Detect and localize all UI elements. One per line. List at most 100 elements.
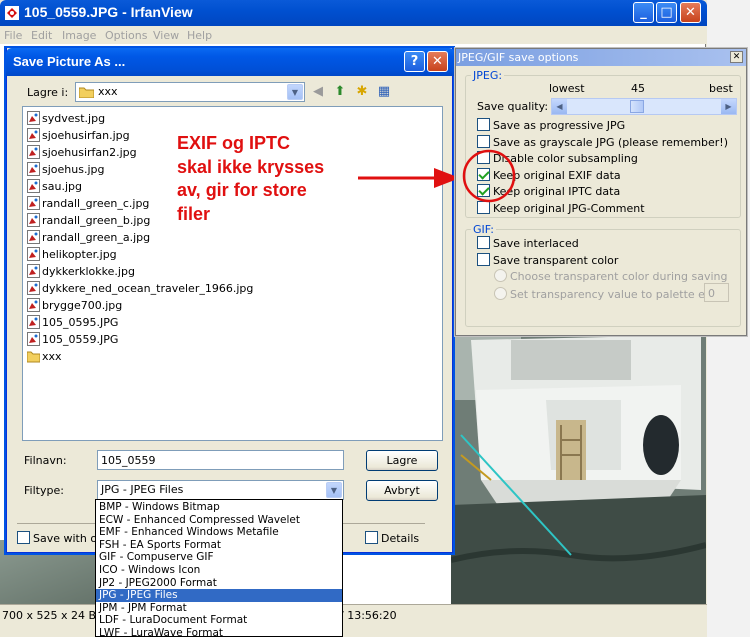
menu-options[interactable]: Options: [105, 29, 147, 42]
jpg-file-icon: [27, 230, 40, 244]
file-name: randall_green_a.jpg: [42, 231, 151, 244]
jpg-file-icon: [27, 196, 40, 210]
save-dialog-title: Save Picture As ...: [13, 54, 126, 69]
jpg-file-icon: [27, 264, 40, 278]
boat-illustration: [451, 330, 706, 604]
jpg-file-icon: [27, 315, 40, 329]
option-label: Save as progressive JPG: [493, 119, 626, 132]
filetype-value: JPG - JPEG Files: [101, 483, 184, 496]
radio-set-transparency[interactable]: [494, 287, 507, 300]
back-icon[interactable]: ◀: [309, 83, 327, 101]
filetype-option[interactable]: JPG - JPEG Files: [96, 589, 342, 603]
file-name: randall_green_c.jpg: [42, 197, 150, 210]
save-dialog-titlebar: Save Picture As ... ? ✕: [6, 48, 455, 76]
jpeg-group-label: JPEG:: [471, 69, 505, 82]
filename-value: 105_0559: [101, 454, 156, 467]
filetype-option[interactable]: LWF - LuraWave Format: [96, 627, 342, 636]
menu-file[interactable]: File: [4, 29, 22, 42]
radio-choose-transparent[interactable]: [494, 269, 507, 282]
main-window-title: 105_0559.JPG - IrfanView: [24, 4, 193, 20]
cancel-button[interactable]: Avbryt: [366, 480, 438, 501]
option-checkbox[interactable]: [477, 252, 490, 266]
folder-icon: [27, 351, 40, 363]
option-label: Save interlaced: [493, 237, 579, 250]
jpg-file-icon: [27, 298, 40, 312]
filetype-option[interactable]: JP2 - JPEG2000 Format: [96, 577, 342, 590]
option-checkbox[interactable]: [477, 118, 490, 131]
slider-right-arrow-icon[interactable]: ▶: [721, 99, 736, 114]
quality-slider[interactable]: ◀ ▶: [551, 98, 737, 115]
quality-label: Save quality:: [477, 100, 549, 113]
quality-best-label: best: [709, 82, 733, 95]
file-name: helikopter.jpg: [42, 248, 117, 261]
jpg-file-icon: [27, 145, 40, 159]
dialog-close-button[interactable]: ✕: [427, 51, 448, 72]
menu-help[interactable]: Help: [187, 29, 212, 42]
file-name: sau.jpg: [42, 180, 82, 193]
menu-image[interactable]: Image: [62, 29, 96, 42]
annotation-line: EXIF og IPTC: [177, 133, 291, 153]
status-dimensions: 700 x 525 x 24 BPP: [2, 609, 110, 622]
status-time: / 13:56:20: [340, 609, 397, 622]
option-checkbox[interactable]: [477, 236, 490, 249]
minimize-button[interactable]: _: [633, 2, 654, 23]
lookin-label: Lagre i:: [27, 86, 69, 99]
palette-entry-input[interactable]: 0: [704, 283, 729, 302]
new-folder-icon[interactable]: ✱: [353, 83, 371, 101]
options-titlebar: JPEG/GIF save options ✕: [456, 49, 746, 66]
maximize-button[interactable]: □: [656, 2, 677, 23]
filetype-option[interactable]: GIF - Compuserve GIF: [96, 551, 342, 564]
boat-photo: [451, 330, 706, 604]
up-folder-icon[interactable]: ⬆: [331, 83, 349, 101]
details-checkbox[interactable]: [365, 531, 378, 544]
filetype-option[interactable]: LDF - LuraDocument Format: [96, 614, 342, 627]
filetype-option[interactable]: FSH - EA Sports Format: [96, 539, 342, 552]
slider-left-arrow-icon[interactable]: ◀: [552, 99, 567, 114]
lookin-combo[interactable]: xxx ▼: [75, 82, 305, 102]
folder-name: xxx: [42, 350, 62, 363]
lookin-value: xxx: [98, 85, 118, 98]
file-name: sjoehusirfan.jpg: [42, 129, 130, 142]
chevron-down-icon[interactable]: ▼: [287, 84, 303, 100]
menu-view[interactable]: View: [153, 29, 179, 42]
filetype-option[interactable]: BMP - Windows Bitmap: [96, 501, 342, 514]
irfanview-app-icon: [5, 6, 19, 20]
main-window-titlebar: 105_0559.JPG - IrfanView _ □ ✕: [0, 0, 707, 26]
jpg-file-icon: [27, 332, 40, 346]
file-name: sjoehusirfan2.jpg: [42, 146, 137, 159]
close-button[interactable]: ✕: [680, 2, 701, 23]
file-name: randall_green_b.jpg: [42, 214, 151, 227]
file-name: brygge700.jpg: [42, 299, 123, 312]
jpg-file-icon: [27, 162, 40, 176]
filetype-combo[interactable]: JPG - JPEG Files ▼: [97, 480, 344, 500]
annotation-arrow: [358, 168, 460, 188]
filename-input[interactable]: 105_0559: [97, 450, 344, 470]
palette-entry-value: 0: [708, 287, 715, 300]
chevron-down-icon[interactable]: ▼: [326, 482, 342, 498]
option-checkbox[interactable]: [477, 134, 490, 148]
help-button[interactable]: ?: [404, 51, 425, 72]
options-close-button[interactable]: ✕: [730, 51, 743, 63]
radio-set-label: Set transparency value to palette entry:: [510, 288, 731, 301]
jpg-file-icon: [27, 213, 40, 227]
filetype-option[interactable]: JPM - JPM Format: [96, 602, 342, 615]
view-menu-icon[interactable]: ▦: [375, 83, 393, 101]
quality-slider-thumb[interactable]: [630, 100, 644, 113]
filetype-option[interactable]: ICO - Windows Icon: [96, 564, 342, 577]
annotation-line: av, gir for store: [177, 180, 307, 200]
filetype-dropdown[interactable]: BMP - Windows Bitmap ECW - Enhanced Compr…: [95, 499, 343, 637]
menu-edit[interactable]: Edit: [31, 29, 52, 42]
save-button[interactable]: Lagre: [366, 450, 438, 471]
details-label: Details: [381, 532, 420, 545]
file-name: dykkere_ned_ocean_traveler_1966.jpg: [42, 282, 254, 295]
file-name: dykkerklokke.jpg: [42, 265, 135, 278]
filetype-option[interactable]: EMF - Enhanced Windows Metafile: [96, 526, 342, 539]
jpg-file-icon: [27, 281, 40, 295]
filetype-option[interactable]: ECW - Enhanced Compressed Wavelet: [96, 514, 342, 527]
annotation-text: EXIF og IPTC skal ikke krysses av, gir f…: [177, 132, 377, 226]
jpg-file-icon: [27, 247, 40, 261]
options-title: JPEG/GIF save options: [458, 51, 579, 64]
quality-lowest-label: lowest: [549, 82, 585, 95]
save-with-original-checkbox[interactable]: [17, 531, 30, 544]
filetype-label: Filtype:: [24, 484, 64, 497]
